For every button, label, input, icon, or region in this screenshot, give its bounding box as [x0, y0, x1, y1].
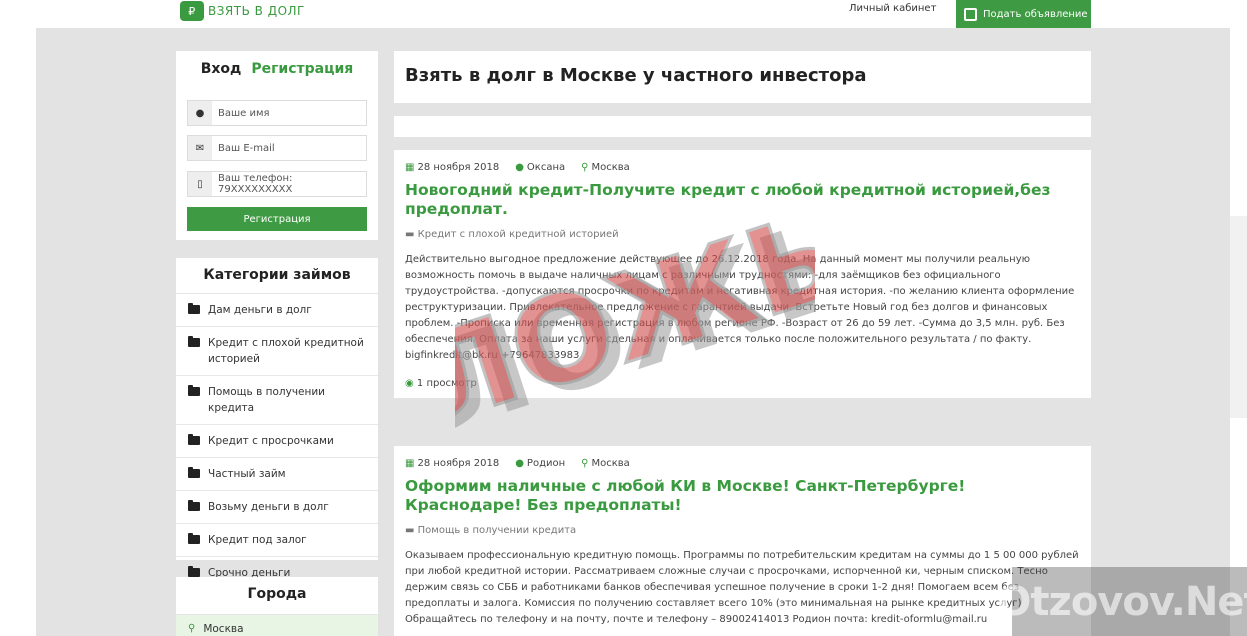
user-icon: ●: [188, 101, 212, 125]
folder-icon: [188, 500, 200, 511]
folder-icon: [188, 434, 200, 445]
logo-text: ВЗЯТЬ В ДОЛГ: [208, 4, 305, 18]
category-item[interactable]: Возьму деньги в долг: [176, 491, 378, 524]
email-input[interactable]: Ваш E-mail: [212, 136, 366, 160]
calendar-icon: ▦: [405, 162, 415, 173]
auth-card: Вход Регистрация ● Ваше имя ✉ Ваш E-mail…: [176, 51, 378, 240]
category-item[interactable]: Кредит с просрочками: [176, 425, 378, 458]
user-icon: ●: [515, 458, 524, 469]
name-field[interactable]: ● Ваше имя: [187, 100, 367, 126]
post-date: ▦ 28 ноября 2018: [405, 162, 500, 173]
user-icon: ●: [515, 162, 524, 173]
empty-card: [394, 116, 1091, 137]
map-pin-icon: ⚲: [581, 162, 589, 173]
post-category[interactable]: ▬ Помощь в получении кредита: [394, 515, 1091, 536]
post-title-link[interactable]: Оформим наличные с любой КИ в Москве! Са…: [394, 469, 1091, 515]
folder-icon: [188, 467, 200, 478]
phone-icon: ▯: [188, 172, 212, 196]
folder-icon: [188, 336, 200, 347]
page-title-card: Взять в долг в Москве у частного инвесто…: [394, 51, 1091, 103]
right-edge-panel: [1230, 216, 1247, 418]
category-item[interactable]: Дам деньги в долг: [176, 294, 378, 327]
tab-register[interactable]: Регистрация: [251, 61, 353, 77]
post-card: ▦ 28 ноября 2018 ● Оксана ⚲ Москва Новогодн…: [394, 150, 1091, 398]
folder-icon: [188, 385, 200, 396]
category-item[interactable]: Помощь в получении кредита: [176, 376, 378, 425]
map-pin-icon: ⚲: [188, 623, 196, 634]
register-button[interactable]: Регистрация: [187, 207, 367, 231]
categories-title: Категории займов: [176, 258, 378, 294]
cabinet-link[interactable]: Личный кабинет: [849, 3, 936, 14]
cities-card: Города ⚲ Москва: [176, 577, 378, 636]
category-item[interactable]: Кредит с плохой кредитной историей: [176, 327, 378, 376]
post-meta: ▦ 28 ноября 2018 ● Родион ⚲ Москва: [394, 446, 1091, 469]
post-meta: ▦ 28 ноября 2018 ● Оксана ⚲ Москва: [394, 150, 1091, 173]
phone-field[interactable]: ▯ Ваш телефон: 79XXXXXXXXX: [187, 171, 367, 197]
category-item[interactable]: Кредит под залог: [176, 524, 378, 557]
post-ad-button[interactable]: Подать объявление: [956, 0, 1091, 28]
category-list: Дам деньги в долг Кредит с плохой кредит…: [176, 294, 378, 589]
post-category[interactable]: ▬ Кредит с плохой кредитной историей: [394, 219, 1091, 240]
folder-icon: [188, 303, 200, 314]
post-city[interactable]: ⚲ Москва: [581, 162, 630, 173]
watermark: Otzovov.Net: [997, 567, 1247, 636]
email-field[interactable]: ✉ Ваш E-mail: [187, 135, 367, 161]
name-input[interactable]: Ваше имя: [212, 101, 366, 125]
post-views: ◉ 1 просмотр: [405, 378, 477, 389]
post-date: ▦ 28 ноября 2018: [405, 458, 500, 469]
folder-icon: [188, 566, 200, 577]
eye-icon: ◉: [405, 378, 417, 389]
tab-login[interactable]: Вход: [201, 61, 242, 77]
site-logo[interactable]: ₽ ВЗЯТЬ В ДОЛГ: [180, 0, 305, 22]
folder-icon: ▬: [405, 525, 418, 536]
post-text: Действительно выгодное предложение дейст…: [405, 254, 1075, 361]
post-ad-label: Подать объявление: [983, 8, 1088, 20]
folder-icon: ▬: [405, 229, 418, 240]
city-item[interactable]: ⚲ Москва: [176, 615, 378, 636]
page-title: Взять в долг в Москве у частного инвесто…: [405, 65, 867, 86]
pencil-icon: [964, 7, 977, 21]
post-card: ▦ 28 ноября 2018 ● Родион ⚲ Москва Оформим …: [394, 446, 1091, 636]
cities-title: Города: [176, 577, 378, 615]
phone-input[interactable]: Ваш телефон: 79XXXXXXXXX: [212, 172, 366, 196]
money-icon: ₽: [180, 1, 204, 21]
post-text: Оказываем профессиональную кредитную пом…: [405, 550, 1079, 625]
post-author[interactable]: ● Родион: [515, 458, 565, 469]
auth-tabs: Вход Регистрация: [176, 51, 378, 77]
categories-card: Категории займов Дам деньги в долг Креди…: [176, 258, 378, 579]
post-city[interactable]: ⚲ Москва: [581, 458, 630, 469]
category-item[interactable]: Частный займ: [176, 458, 378, 491]
map-pin-icon: ⚲: [581, 458, 589, 469]
calendar-icon: ▦: [405, 458, 415, 469]
post-author[interactable]: ● Оксана: [515, 162, 565, 173]
folder-icon: [188, 533, 200, 544]
envelope-icon: ✉: [188, 136, 212, 160]
post-title-link[interactable]: Новогодний кредит-Получите кредит с любо…: [394, 173, 1091, 219]
